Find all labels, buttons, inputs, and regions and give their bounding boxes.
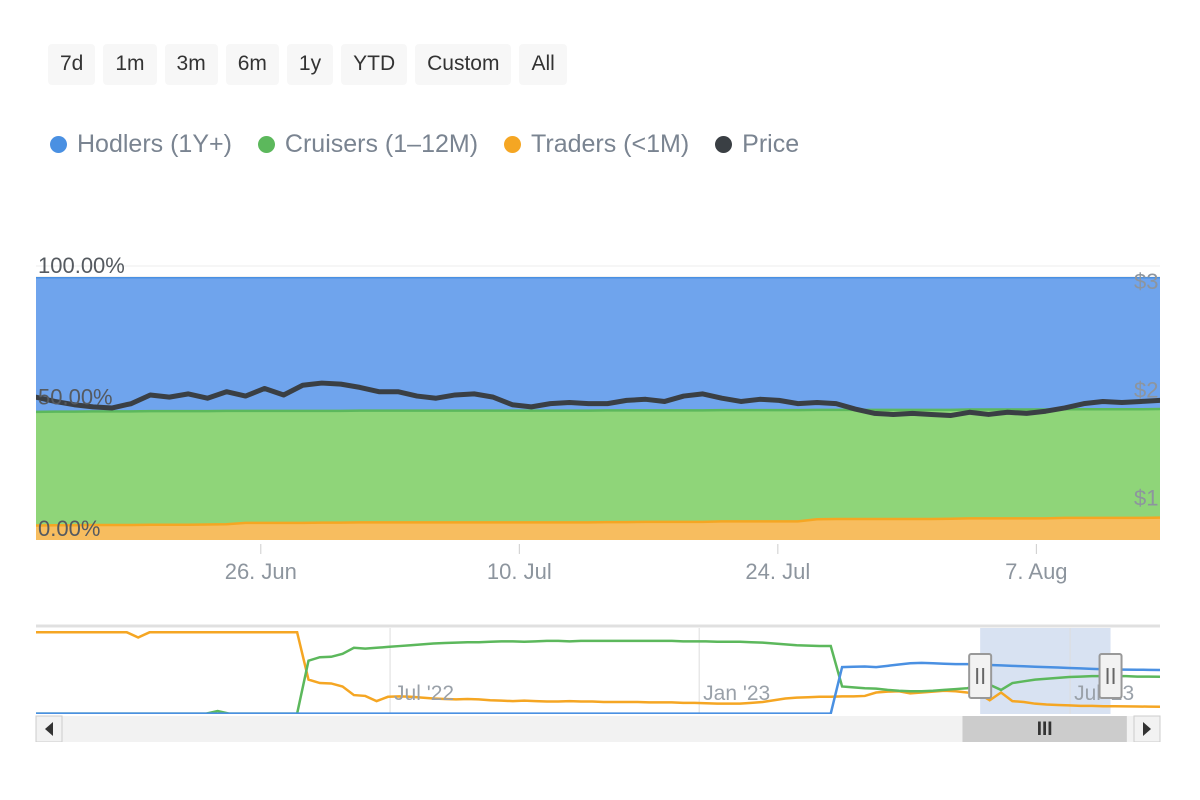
legend-label-traders: Traders (<1M) <box>531 132 689 157</box>
range-button-1y[interactable]: 1y <box>287 44 333 85</box>
range-button-ytd[interactable]: YTD <box>341 44 407 85</box>
range-button-all[interactable]: All <box>519 44 566 85</box>
range-button-1m[interactable]: 1m <box>103 44 156 85</box>
legend-dot-cruisers-icon <box>258 136 275 153</box>
main-chart-svg: IntoTheBlock 100.00%50.00%0.00% $3$2$1 2… <box>0 236 1200 596</box>
navigator[interactable]: Jul '22Jan '23Jul '23 <box>0 612 1200 742</box>
legend-item-cruisers[interactable]: Cruisers (1–12M) <box>258 132 478 157</box>
area-hodlers <box>36 277 1160 412</box>
x-axis: 26. Jun 10. Jul 24. Jul 7. Aug <box>225 544 1068 584</box>
x-axis-tick-1: 10. Jul <box>487 559 552 584</box>
y-axis-left-tick-2: 0.00% <box>38 516 100 541</box>
y-axis-right-tick-1: $2 <box>1134 377 1158 402</box>
navigator-handle-right[interactable] <box>1100 654 1122 698</box>
y-axis-right-tick-2: $1 <box>1134 486 1158 511</box>
area-cruisers <box>36 409 1160 526</box>
legend-item-price[interactable]: Price <box>715 132 799 157</box>
legend-label-hodlers: Hodlers (1Y+) <box>77 132 232 157</box>
range-button-custom[interactable]: Custom <box>415 44 511 85</box>
legend-item-hodlers[interactable]: Hodlers (1Y+) <box>50 132 232 157</box>
legend-dot-hodlers-icon <box>50 136 67 153</box>
y-axis-left-tick-0: 100.00% <box>38 253 125 278</box>
range-selector: 7d1m3m6m1yYTDCustomAll <box>48 44 567 85</box>
legend-label-cruisers: Cruisers (1–12M) <box>285 132 478 157</box>
range-button-6m[interactable]: 6m <box>226 44 279 85</box>
scrollbar-thumb[interactable]: III <box>962 716 1126 742</box>
legend-dot-price-icon <box>715 136 732 153</box>
stacked-areas <box>36 277 1160 540</box>
y-axis-left-tick-1: 50.00% <box>38 385 113 410</box>
range-button-3m[interactable]: 3m <box>165 44 218 85</box>
range-button-7d[interactable]: 7d <box>48 44 95 85</box>
main-chart: IntoTheBlock 100.00%50.00%0.00% $3$2$1 2… <box>0 236 1200 596</box>
legend-label-price: Price <box>742 132 799 157</box>
legend-dot-traders-icon <box>504 136 521 153</box>
navigator-svg[interactable]: Jul '22Jan '23Jul '23 <box>0 612 1200 742</box>
chart-legend: Hodlers (1Y+) Cruisers (1–12M) Traders (<1… <box>50 132 799 157</box>
scrollbar-grip-icon: III <box>1037 719 1053 740</box>
y-axis-right-tick-0: $3 <box>1134 269 1158 294</box>
x-axis-tick-0: 26. Jun <box>225 559 297 584</box>
navigator-date-label-0: Jul '22 <box>394 682 454 705</box>
x-axis-tick-3: 7. Aug <box>1005 559 1067 584</box>
navigator-scrollbar[interactable]: III <box>36 716 1160 742</box>
chart-page: 7d1m3m6m1yYTDCustomAll Hodlers (1Y+) Crui… <box>0 0 1200 800</box>
legend-item-traders[interactable]: Traders (<1M) <box>504 132 689 157</box>
scrollbar-left-arrow-button[interactable] <box>36 716 62 742</box>
scrollbar-right-arrow-button[interactable] <box>1134 716 1160 742</box>
navigator-handle-left[interactable] <box>969 654 991 698</box>
navigator-date-label-1: Jan '23 <box>703 682 770 705</box>
x-axis-tick-2: 24. Jul <box>745 559 810 584</box>
